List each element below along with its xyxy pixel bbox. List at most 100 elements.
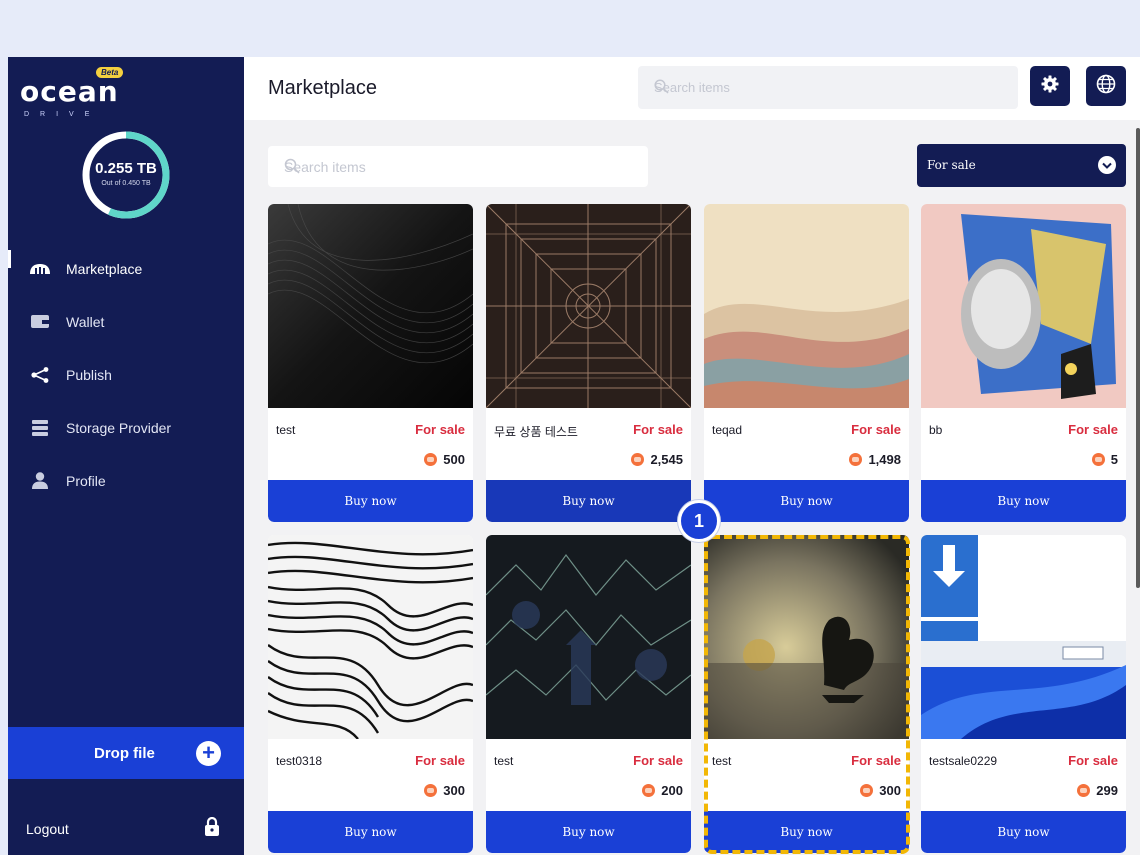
- beta-badge: Beta: [96, 67, 124, 78]
- globe-icon: [1096, 74, 1116, 99]
- price-value: 5: [1110, 452, 1118, 467]
- drop-file-label: Drop file: [94, 744, 155, 762]
- lock-icon: [204, 816, 220, 840]
- user-icon: [28, 472, 52, 490]
- sidebar-item-marketplace[interactable]: Marketplace: [8, 242, 244, 295]
- card-price: 5: [1091, 452, 1118, 467]
- scrollbar[interactable]: [1136, 128, 1140, 588]
- price-value: 2,545: [650, 452, 683, 467]
- sale-status: For sale: [415, 422, 465, 437]
- card-title: test: [712, 754, 732, 768]
- card-title: testsale0229: [929, 754, 998, 768]
- logout-label: Logout: [26, 821, 69, 837]
- artwork-pastel-dunes: [704, 204, 909, 408]
- card-price: 200: [642, 783, 683, 798]
- buy-now-button[interactable]: Buy now: [268, 480, 473, 522]
- sidebar-item-storage-provider[interactable]: Storage Provider: [8, 401, 244, 454]
- sidebar-item-label: Publish: [66, 366, 112, 383]
- sale-status: For sale: [851, 422, 901, 437]
- coin-icon: [849, 453, 863, 466]
- artwork-sunset-tree: [704, 535, 909, 739]
- header-search-input[interactable]: Search items: [638, 66, 1018, 109]
- drop-file-button[interactable]: Drop file +: [8, 727, 244, 779]
- nft-card[interactable]: test For sale 200 Buy now: [486, 535, 691, 853]
- logo-wordmark: ocean: [20, 75, 119, 108]
- logout-button[interactable]: Logout: [8, 809, 244, 849]
- storage-usage-ring: 0.255 TB Out of 0.450 TB: [80, 129, 172, 221]
- plus-icon: +: [196, 740, 221, 766]
- artwork-geometric-pattern: [486, 204, 691, 408]
- sidebar-item-label: Profile: [66, 472, 106, 489]
- server-icon: [28, 419, 52, 437]
- sidebar-nav: Marketplace Wallet Publish Storage Provi…: [8, 242, 244, 507]
- language-button[interactable]: [1086, 66, 1126, 106]
- coin-icon: [642, 784, 656, 797]
- sale-status: For sale: [633, 422, 683, 437]
- coin-icon: [424, 784, 438, 797]
- artwork-line-face: [268, 535, 473, 739]
- sale-status: For sale: [851, 753, 901, 768]
- card-title: test: [276, 423, 296, 437]
- sale-status: For sale: [1068, 422, 1118, 437]
- nft-card[interactable]: 무료 상품 테스트 For sale 2,545 Buy now: [486, 204, 691, 522]
- buy-now-button[interactable]: Buy now: [486, 811, 691, 853]
- settings-button[interactable]: [1030, 66, 1070, 106]
- card-title: test: [494, 754, 514, 768]
- price-value: 1,498: [868, 452, 901, 467]
- buy-now-button[interactable]: Buy now: [921, 811, 1126, 853]
- nft-card[interactable]: test For sale 300 Buy now: [704, 535, 909, 853]
- nft-card[interactable]: test For sale 500 Buy now: [268, 204, 473, 522]
- wallet-icon: [28, 313, 52, 331]
- nft-card[interactable]: test0318 For sale 300 Buy now: [268, 535, 473, 853]
- card-price: 299: [1077, 783, 1118, 798]
- page-title: Marketplace: [268, 77, 377, 99]
- card-price: 1,498: [849, 452, 901, 467]
- coin-icon: [1091, 453, 1105, 466]
- buy-now-button[interactable]: Buy now: [704, 480, 909, 522]
- buy-now-button[interactable]: Buy now: [268, 811, 473, 853]
- buy-now-button[interactable]: Buy now: [921, 480, 1126, 522]
- artwork-dark-landscape: [486, 535, 691, 739]
- artwork-installer-screenshot: [921, 535, 1126, 739]
- artwork-dark-waves: [268, 204, 473, 408]
- top-header: Marketplace Search items: [244, 57, 1140, 120]
- sale-status: For sale: [415, 753, 465, 768]
- sale-filter-select[interactable]: For sale: [917, 144, 1126, 187]
- coin-icon: [1077, 784, 1091, 797]
- sidebar-item-wallet[interactable]: Wallet: [8, 295, 244, 348]
- coin-icon: [860, 784, 874, 797]
- artwork-collage-bust: [921, 204, 1126, 408]
- coin-icon: [424, 453, 438, 466]
- sidebar-item-label: Wallet: [66, 313, 105, 330]
- card-title: teqad: [712, 423, 743, 437]
- price-value: 299: [1096, 783, 1118, 798]
- sidebar-item-publish[interactable]: Publish: [8, 348, 244, 401]
- share-icon: [28, 366, 52, 384]
- price-value: 500: [443, 452, 465, 467]
- card-price: 500: [424, 452, 465, 467]
- storage-used-value: 0.255 TB: [95, 160, 157, 177]
- card-price: 2,545: [631, 452, 683, 467]
- card-title: 무료 상품 테스트: [494, 425, 578, 439]
- sidebar-item-profile[interactable]: Profile: [8, 454, 244, 507]
- card-price: 300: [860, 783, 901, 798]
- gear-icon: [1041, 75, 1059, 98]
- nft-card[interactable]: bb For sale 5 Buy now: [921, 204, 1126, 522]
- buy-now-button[interactable]: Buy now: [704, 811, 909, 853]
- search-icon[interactable]: [284, 158, 632, 177]
- filter-selected-value: For sale: [927, 158, 976, 172]
- chevron-down-icon: [1098, 156, 1116, 174]
- card-title: bb: [929, 423, 943, 437]
- ocean-drive-logo[interactable]: ocean DRIVE Beta: [20, 67, 130, 118]
- sidebar: ocean DRIVE Beta 0.255 TB Out of 0.450 T…: [8, 57, 244, 855]
- price-value: 300: [879, 783, 901, 798]
- logo-subtitle: DRIVE: [24, 111, 101, 118]
- nft-card[interactable]: teqad For sale 1,498 Buy now: [704, 204, 909, 522]
- search-icon[interactable]: [654, 79, 1002, 97]
- storage-total-text: Out of 0.450 TB: [101, 180, 151, 187]
- marketplace-icon: [28, 260, 52, 278]
- buy-now-button[interactable]: Buy now: [486, 480, 691, 522]
- item-search-input[interactable]: Search items: [268, 146, 648, 187]
- sidebar-item-label: Storage Provider: [66, 419, 172, 436]
- nft-card[interactable]: testsale0229 For sale 299 Buy now: [921, 535, 1126, 853]
